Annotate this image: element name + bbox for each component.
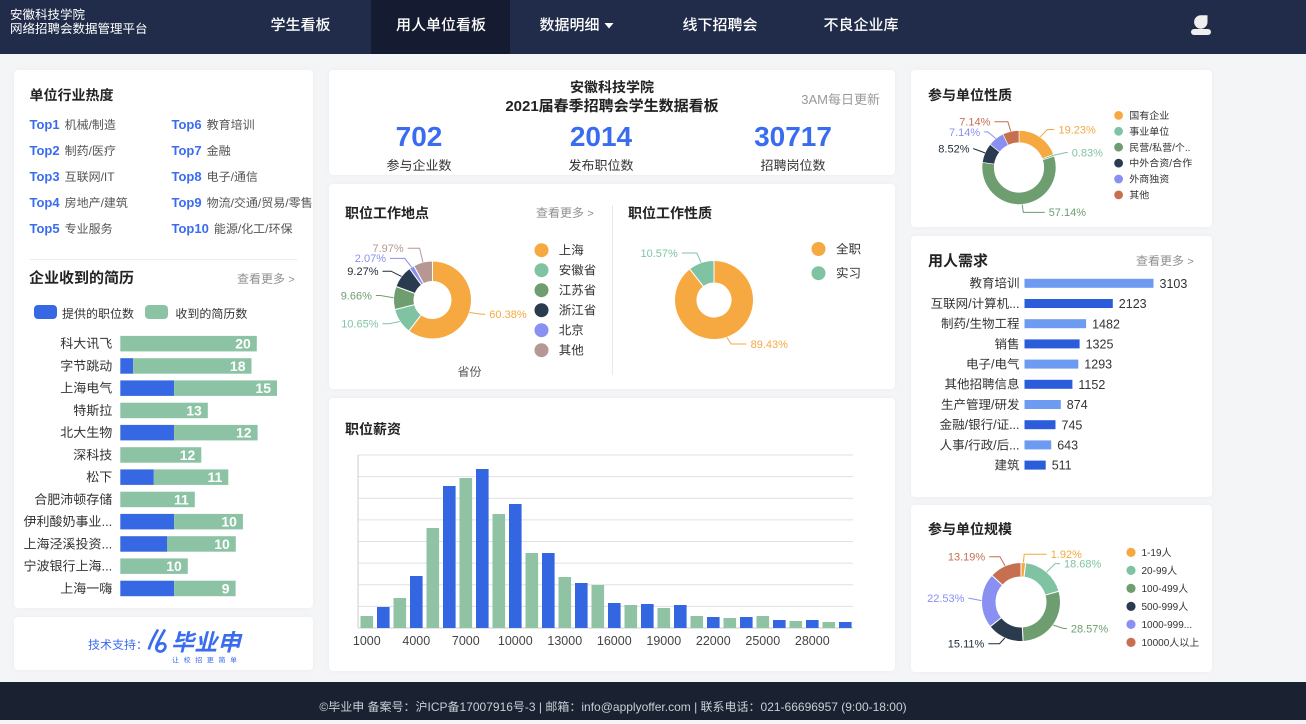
svg-text:57.14%: 57.14%	[1049, 207, 1087, 219]
svg-text:9.27%: 9.27%	[347, 266, 378, 278]
svg-text:生产管理/研发: 生产管理/研发	[941, 398, 1020, 412]
svg-text:上海电气: 上海电气	[60, 381, 112, 396]
svg-text:7.14%: 7.14%	[959, 117, 990, 129]
svg-text:19000: 19000	[646, 634, 681, 648]
svg-text:18: 18	[230, 358, 246, 374]
svg-text:北京: 北京	[559, 324, 584, 338]
svg-text:伊利酸奶事业...: 伊利酸奶事业...	[23, 514, 112, 529]
svg-text:国有企业: 国有企业	[1129, 110, 1169, 122]
svg-text:18.68%: 18.68%	[1064, 559, 1102, 571]
svg-text:11: 11	[174, 491, 189, 507]
svg-text:深科技: 深科技	[73, 447, 112, 462]
svg-text:中外合资/合作: 中外合资/合作	[1129, 158, 1192, 170]
svg-text:0.83%: 0.83%	[1072, 147, 1103, 159]
svg-text:15: 15	[255, 380, 271, 396]
svg-text:10.65%: 10.65%	[341, 319, 379, 331]
svg-text:让校招更简单: 让校招更简单	[172, 657, 242, 665]
svg-text:1-19人: 1-19人	[1142, 547, 1172, 559]
svg-text:643: 643	[1057, 439, 1078, 453]
svg-text:10: 10	[221, 514, 237, 530]
svg-text:其他: 其他	[1129, 190, 1149, 202]
svg-text:其他招聘信息: 其他招聘信息	[944, 378, 1019, 392]
svg-text:人事/行政/后...: 人事/行政/后...	[940, 438, 1020, 452]
svg-text:字节跳动: 字节跳动	[60, 358, 112, 373]
svg-text:事业单位: 事业单位	[1129, 126, 1169, 138]
svg-text:8.52%: 8.52%	[938, 143, 969, 155]
svg-text:28000: 28000	[795, 634, 830, 648]
svg-text:10000人以上: 10000人以上	[1142, 637, 1200, 649]
svg-text:1000: 1000	[353, 634, 381, 648]
svg-text:外商独资: 外商独资	[1129, 174, 1169, 186]
svg-text:28.57%: 28.57%	[1071, 623, 1109, 635]
svg-text:13: 13	[186, 402, 202, 418]
svg-text:10: 10	[214, 536, 230, 552]
svg-text:12: 12	[180, 447, 196, 463]
svg-text:60.38%: 60.38%	[489, 309, 527, 321]
svg-text:100-499人: 100-499人	[1142, 583, 1189, 595]
svg-text:22.53%: 22.53%	[927, 593, 965, 605]
svg-text:技术支持：: 技术支持：	[88, 638, 148, 652]
svg-text:北大生物: 北大生物	[60, 425, 112, 440]
svg-text:10: 10	[166, 558, 182, 574]
svg-text:上海: 上海	[559, 244, 585, 258]
svg-text:安徽省: 安徽省	[559, 264, 597, 278]
svg-text:实习: 实习	[836, 267, 861, 281]
svg-text:毕业申: 毕业申	[171, 630, 244, 656]
svg-text:科大讯飞: 科大讯飞	[60, 336, 112, 351]
svg-text:松下: 松下	[86, 470, 112, 485]
svg-text:9: 9	[222, 581, 230, 597]
svg-text:其他: 其他	[559, 344, 585, 358]
svg-text:16000: 16000	[597, 634, 632, 648]
svg-text:1293: 1293	[1084, 358, 1112, 372]
svg-text:12: 12	[236, 425, 252, 441]
svg-text:13.19%: 13.19%	[948, 552, 986, 564]
svg-text:7.97%: 7.97%	[372, 243, 403, 255]
svg-text:宁波银行上海...: 宁波银行上海...	[23, 559, 112, 574]
svg-text:89.43%: 89.43%	[751, 339, 789, 351]
svg-text:特斯拉: 特斯拉	[73, 403, 112, 418]
svg-text:金融/银行/证...: 金融/银行/证...	[940, 418, 1020, 432]
svg-text:互联网/计算机...: 互联网/计算机...	[931, 297, 1020, 311]
svg-text:511: 511	[1052, 459, 1072, 473]
svg-text:745: 745	[1062, 418, 1083, 432]
svg-text:3103: 3103	[1160, 277, 1188, 291]
svg-text:江苏省: 江苏省	[559, 284, 597, 298]
svg-text:9.66%: 9.66%	[341, 290, 372, 302]
svg-text:500-999人: 500-999人	[1142, 601, 1189, 613]
svg-text:浙江省: 浙江省	[559, 304, 597, 318]
svg-text:1152: 1152	[1078, 378, 1105, 392]
svg-text:上海一嗨: 上海一嗨	[60, 581, 112, 596]
svg-text:建筑: 建筑	[994, 459, 1020, 473]
svg-text:22000: 22000	[696, 634, 731, 648]
svg-text:上海泾溪投资...: 上海泾溪投资...	[23, 536, 112, 551]
svg-text:15.11%: 15.11%	[948, 639, 985, 651]
svg-text:省份: 省份	[457, 365, 481, 379]
svg-text:20-99人: 20-99人	[1142, 565, 1178, 577]
svg-text:20: 20	[235, 336, 251, 352]
svg-text:1482: 1482	[1092, 317, 1120, 331]
svg-text:民营/私营/个..: 民营/私营/个..	[1129, 142, 1190, 154]
svg-text:10000: 10000	[498, 634, 533, 648]
svg-text:全职: 全职	[836, 242, 861, 256]
svg-text:合肥沛顿存储: 合肥沛顿存储	[34, 492, 112, 507]
svg-text:4000: 4000	[402, 634, 430, 648]
svg-text:电子/电气: 电子/电气	[966, 358, 1020, 372]
svg-text:874: 874	[1067, 398, 1088, 412]
svg-text:1325: 1325	[1086, 338, 1114, 352]
svg-text:11: 11	[207, 469, 222, 485]
svg-text:1000-999...: 1000-999...	[1142, 620, 1193, 631]
svg-text:教育培训: 教育培训	[969, 277, 1019, 291]
svg-text:10.57%: 10.57%	[640, 248, 678, 260]
svg-text:25000: 25000	[745, 634, 780, 648]
svg-text:7000: 7000	[452, 634, 480, 648]
svg-text:制药/生物工程: 制药/生物工程	[941, 317, 1020, 331]
svg-text:2123: 2123	[1119, 297, 1147, 311]
svg-text:销售: 销售	[994, 337, 1019, 351]
svg-text:19.23%: 19.23%	[1059, 124, 1097, 136]
svg-text:13000: 13000	[547, 634, 582, 648]
